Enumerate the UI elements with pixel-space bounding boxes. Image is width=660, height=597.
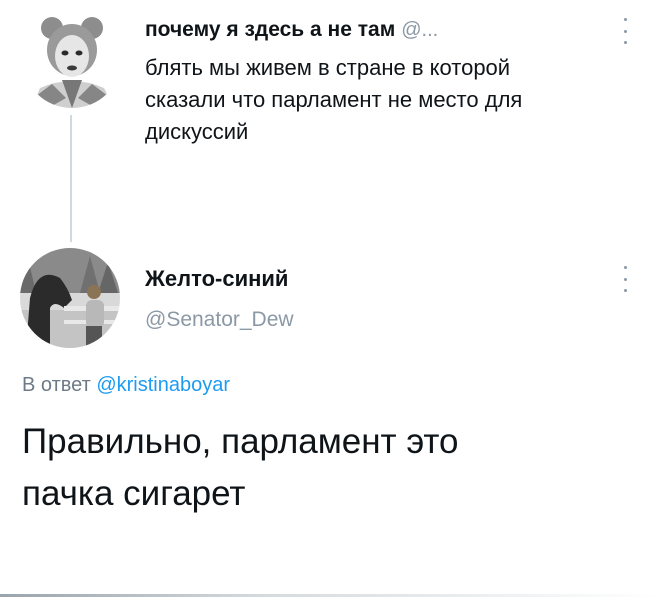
reply-mention-link[interactable]: @kristinaboyar	[96, 374, 230, 396]
tweet2-text-line: Правильно, парламент это	[22, 422, 459, 461]
tweet1-text-line: сказали что парламент не место для	[145, 87, 523, 112]
tweet1-text-line: дискуссий	[145, 119, 249, 144]
tweet2-more-options-icon[interactable]	[620, 266, 630, 292]
tweet1-more-options-icon[interactable]	[620, 18, 630, 44]
tweet2-text: Правильно, парламент это пачка сигарет	[22, 416, 642, 520]
tweet1-text-line: блять мы живем в стране в которой	[145, 55, 511, 80]
tweet1-avatar[interactable]	[22, 8, 122, 108]
thread-connector-line	[70, 115, 72, 242]
tweet2-author-name[interactable]: Желто-синий	[145, 265, 288, 293]
reply-context: В ответ @kristinaboyar	[22, 371, 230, 399]
tweet2-author-handle[interactable]: @Senator_Dew	[145, 306, 294, 334]
tweet1-text: блять мы живем в стране в которой сказал…	[145, 52, 625, 148]
tweet2-avatar[interactable]	[20, 248, 120, 348]
tweet2-text-line: пачка сигарет	[22, 474, 246, 513]
avatar-photo-girl	[22, 8, 122, 108]
tweet1-author-name[interactable]: почему я здесь а не там	[145, 18, 395, 41]
tweet1-author-handle[interactable]: @...	[401, 19, 438, 41]
reply-prefix: В ответ	[22, 374, 91, 396]
tweet1-header: почему я здесь а не там @...	[145, 16, 438, 44]
avatar-photo-horse	[20, 248, 120, 348]
